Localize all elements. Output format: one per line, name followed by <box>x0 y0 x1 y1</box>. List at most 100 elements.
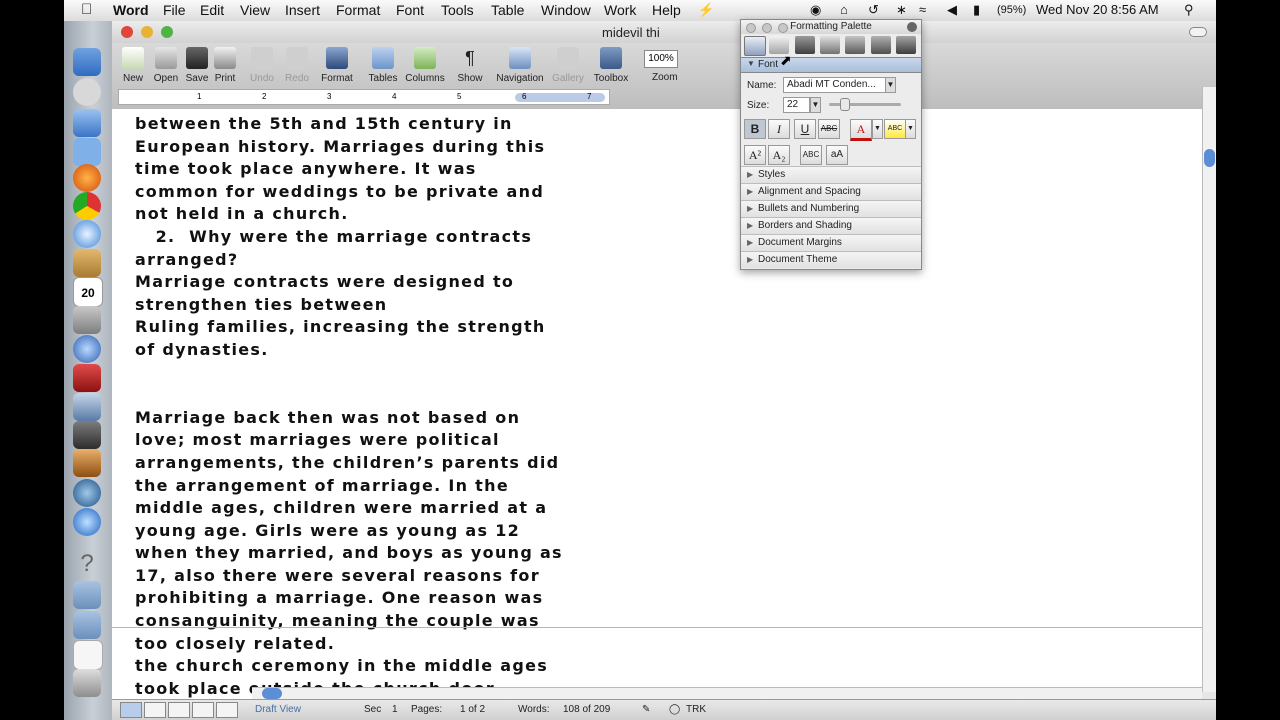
word-icon[interactable] <box>73 138 101 166</box>
app-menu-word[interactable]: Word <box>113 2 149 18</box>
document-stack-icon[interactable] <box>73 640 103 670</box>
script-menu-icon[interactable]: ⚡ <box>698 2 714 18</box>
font-name-dropdown-icon[interactable]: ▼ <box>885 77 896 93</box>
zoom-field[interactable]: 100% <box>644 50 678 68</box>
publishing-view-button[interactable] <box>168 702 190 718</box>
imovie-icon[interactable] <box>73 421 101 449</box>
undo-button[interactable]: Undo <box>247 47 277 84</box>
outline-view-button[interactable] <box>144 702 166 718</box>
battery-icon[interactable]: ▮ <box>973 2 980 18</box>
help-icon[interactable]: ? <box>73 550 101 578</box>
menu-tools[interactable]: Tools <box>441 2 474 18</box>
highlight-icon[interactable]: ABC <box>884 119 906 139</box>
font-name-field[interactable]: Abadi MT Conden... <box>783 77 886 93</box>
notebook-view-button[interactable] <box>216 702 238 718</box>
finder-icon[interactable] <box>73 48 101 76</box>
wifi-icon[interactable]: ≈ <box>919 2 926 17</box>
track-changes-icon[interactable]: ◯ <box>669 704 680 715</box>
home-icon[interactable]: ⌂ <box>840 2 848 17</box>
compatibility-tab-icon[interactable] <box>871 36 891 54</box>
address-book-icon[interactable] <box>73 249 101 277</box>
reference-tools-tab-icon[interactable] <box>845 36 865 54</box>
chrome-icon[interactable] <box>73 192 101 220</box>
tables-button[interactable]: Tables <box>366 47 400 84</box>
time-machine-icon[interactable]: ↺ <box>868 2 879 18</box>
itunes-icon[interactable] <box>73 508 101 536</box>
font-color-icon[interactable]: A <box>850 119 872 141</box>
menu-table[interactable]: Table <box>491 2 524 18</box>
font-size-field[interactable]: 22 <box>783 97 810 113</box>
garageband-icon[interactable] <box>73 449 101 477</box>
volume-icon[interactable]: ◀ <box>947 2 957 18</box>
print-layout-view-button[interactable] <box>192 702 214 718</box>
scrapbook-tab-icon[interactable] <box>820 36 840 54</box>
trash-icon[interactable] <box>73 669 101 697</box>
horizontal-ruler[interactable]: 1 2 3 4 5 6 7 <box>118 89 610 105</box>
app-store-icon[interactable] <box>73 109 101 137</box>
palette-zoom-icon[interactable] <box>778 23 788 33</box>
superscript-icon[interactable]: A² <box>744 145 766 165</box>
show-button[interactable]: ¶ Show <box>455 47 485 84</box>
italic-button[interactable]: I <box>768 119 790 139</box>
ruler-margin-indicator[interactable] <box>515 93 605 102</box>
font-size-slider-knob[interactable] <box>840 98 850 111</box>
open-button[interactable]: Open <box>151 47 181 84</box>
spotlight-icon[interactable]: ⚲ <box>1184 2 1194 18</box>
projects-tab-icon[interactable] <box>896 36 916 54</box>
palette-options-icon[interactable] <box>907 22 917 32</box>
photo-booth-icon[interactable] <box>73 364 101 392</box>
vertical-scrollbar[interactable] <box>1202 87 1216 692</box>
time-machine-dock-icon[interactable] <box>73 479 101 507</box>
menu-work[interactable]: Work <box>604 2 636 18</box>
quicktime-icon[interactable] <box>73 335 101 363</box>
font-section-header[interactable]: ▼ Font <box>741 57 921 73</box>
document-text[interactable]: between the 5th and 15th century in Euro… <box>135 113 615 700</box>
close-window-icon[interactable] <box>121 26 133 38</box>
calendar-icon[interactable]: 20 <box>73 277 103 307</box>
apple-icon[interactable]:  <box>81 1 92 18</box>
menu-edit[interactable]: Edit <box>200 2 224 18</box>
toolbar-toggle-button[interactable] <box>1189 27 1207 37</box>
highlight-dropdown-icon[interactable]: ▼ <box>905 119 916 139</box>
applications-folder-icon[interactable] <box>73 581 101 609</box>
borders-shading-section[interactable]: ▶ Borders and Shading <box>741 217 921 234</box>
menu-window[interactable]: Window <box>541 2 591 18</box>
navigation-button[interactable]: Navigation <box>492 47 548 84</box>
documents-folder-icon[interactable] <box>73 611 101 639</box>
menu-help[interactable]: Help <box>652 2 681 18</box>
menu-file[interactable]: File <box>163 2 186 18</box>
font-size-dropdown-icon[interactable]: ▼ <box>810 97 821 113</box>
preview-icon[interactable] <box>73 306 101 334</box>
styles-section[interactable]: ▶ Styles <box>741 166 921 183</box>
bullets-numbering-section[interactable]: ▶ Bullets and Numbering <box>741 200 921 217</box>
document-margins-section[interactable]: ▶ Document Margins <box>741 234 921 251</box>
firefox-icon[interactable] <box>73 164 101 192</box>
menu-view[interactable]: View <box>240 2 270 18</box>
alignment-spacing-section[interactable]: ▶ Alignment and Spacing <box>741 183 921 200</box>
minimize-window-icon[interactable] <box>141 26 153 38</box>
redo-button[interactable]: Redo <box>282 47 312 84</box>
iphoto-icon[interactable] <box>73 393 101 421</box>
bold-button[interactable]: B <box>744 119 766 139</box>
menu-font[interactable]: Font <box>396 2 424 18</box>
draft-view-button[interactable] <box>120 702 142 718</box>
subscript-icon[interactable]: A₂ <box>768 145 790 165</box>
safari-icon[interactable] <box>73 220 101 248</box>
menu-format[interactable]: Format <box>336 2 380 18</box>
new-button[interactable]: New <box>118 47 148 84</box>
small-caps-icon[interactable]: ABC <box>800 145 822 165</box>
horizontal-scroll-thumb[interactable] <box>262 688 282 699</box>
gallery-button[interactable]: Gallery <box>548 47 588 84</box>
underline-button[interactable]: U <box>794 119 816 139</box>
trk-indicator[interactable]: TRK <box>686 704 706 715</box>
spelling-status-icon[interactable]: ✎ <box>642 704 650 715</box>
menu-clock[interactable]: Wed Nov 20 8:56 AM <box>1036 2 1159 17</box>
save-button[interactable]: Save <box>182 47 212 84</box>
document-area[interactable]: between the 5th and 15th century in Euro… <box>112 109 1202 708</box>
zoom-window-icon[interactable] <box>161 26 173 38</box>
strikethrough-button[interactable]: ABC <box>818 119 840 139</box>
menu-insert[interactable]: Insert <box>285 2 320 18</box>
palette-close-icon[interactable] <box>746 23 756 33</box>
columns-button[interactable]: Columns <box>404 47 446 84</box>
formatting-palette-tab-icon[interactable] <box>744 36 766 56</box>
